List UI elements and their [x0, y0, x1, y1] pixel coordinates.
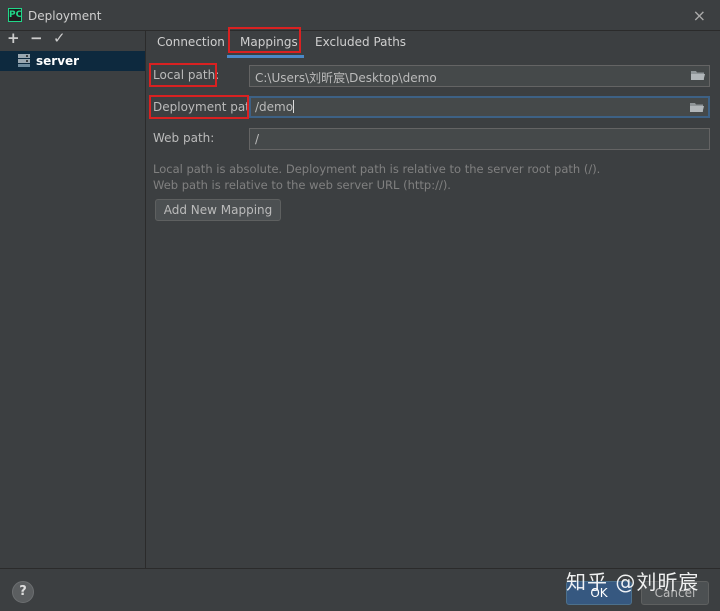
server-icon — [18, 54, 30, 67]
window-title: Deployment — [28, 9, 102, 23]
local-path-highlight-box — [149, 63, 217, 87]
close-icon[interactable]: × — [693, 6, 706, 25]
folder-icon[interactable] — [691, 70, 705, 81]
remove-icon[interactable]: − — [30, 29, 43, 47]
server-list-panel: + − ✓ server — [0, 29, 146, 568]
selected-tab-indicator — [227, 55, 304, 58]
add-new-mapping-button[interactable]: Add New Mapping — [155, 199, 281, 221]
folder-icon[interactable] — [690, 102, 704, 113]
check-icon[interactable]: ✓ — [53, 29, 66, 47]
hint-line-1: Local path is absolute. Deployment path … — [153, 162, 601, 176]
deployment-path-value: /demo — [255, 100, 294, 114]
local-path-field[interactable]: C:\Users\刘昕宸\Desktop\demo — [249, 65, 710, 87]
deployment-path-field[interactable]: /demo — [249, 96, 710, 118]
pycharm-icon: PC — [8, 8, 23, 22]
tree-item-server[interactable]: server — [0, 51, 145, 71]
tab-highlight-box — [228, 27, 301, 53]
web-path-value: / — [255, 132, 260, 146]
tree-item-label: server — [36, 54, 80, 68]
web-path-label: Web path: — [153, 131, 215, 145]
local-path-value: C:\Users\刘昕宸\Desktop\demo — [255, 71, 437, 85]
web-path-field[interactable]: / — [249, 128, 710, 150]
hint-line-2: Web path is relative to the web server U… — [153, 178, 451, 192]
add-icon[interactable]: + — [7, 29, 20, 47]
tab-connection[interactable]: Connection — [157, 31, 225, 53]
server-toolbar: + − ✓ — [0, 29, 145, 49]
text-cursor — [293, 100, 295, 113]
title-bar: PC Deployment × — [0, 0, 720, 31]
deployment-path-highlight-box — [149, 95, 249, 119]
help-button[interactable]: ? — [12, 581, 34, 603]
zhihu-watermark: 知乎 @刘昕宸 — [566, 570, 700, 594]
tab-excluded-paths[interactable]: Excluded Paths — [315, 31, 406, 53]
